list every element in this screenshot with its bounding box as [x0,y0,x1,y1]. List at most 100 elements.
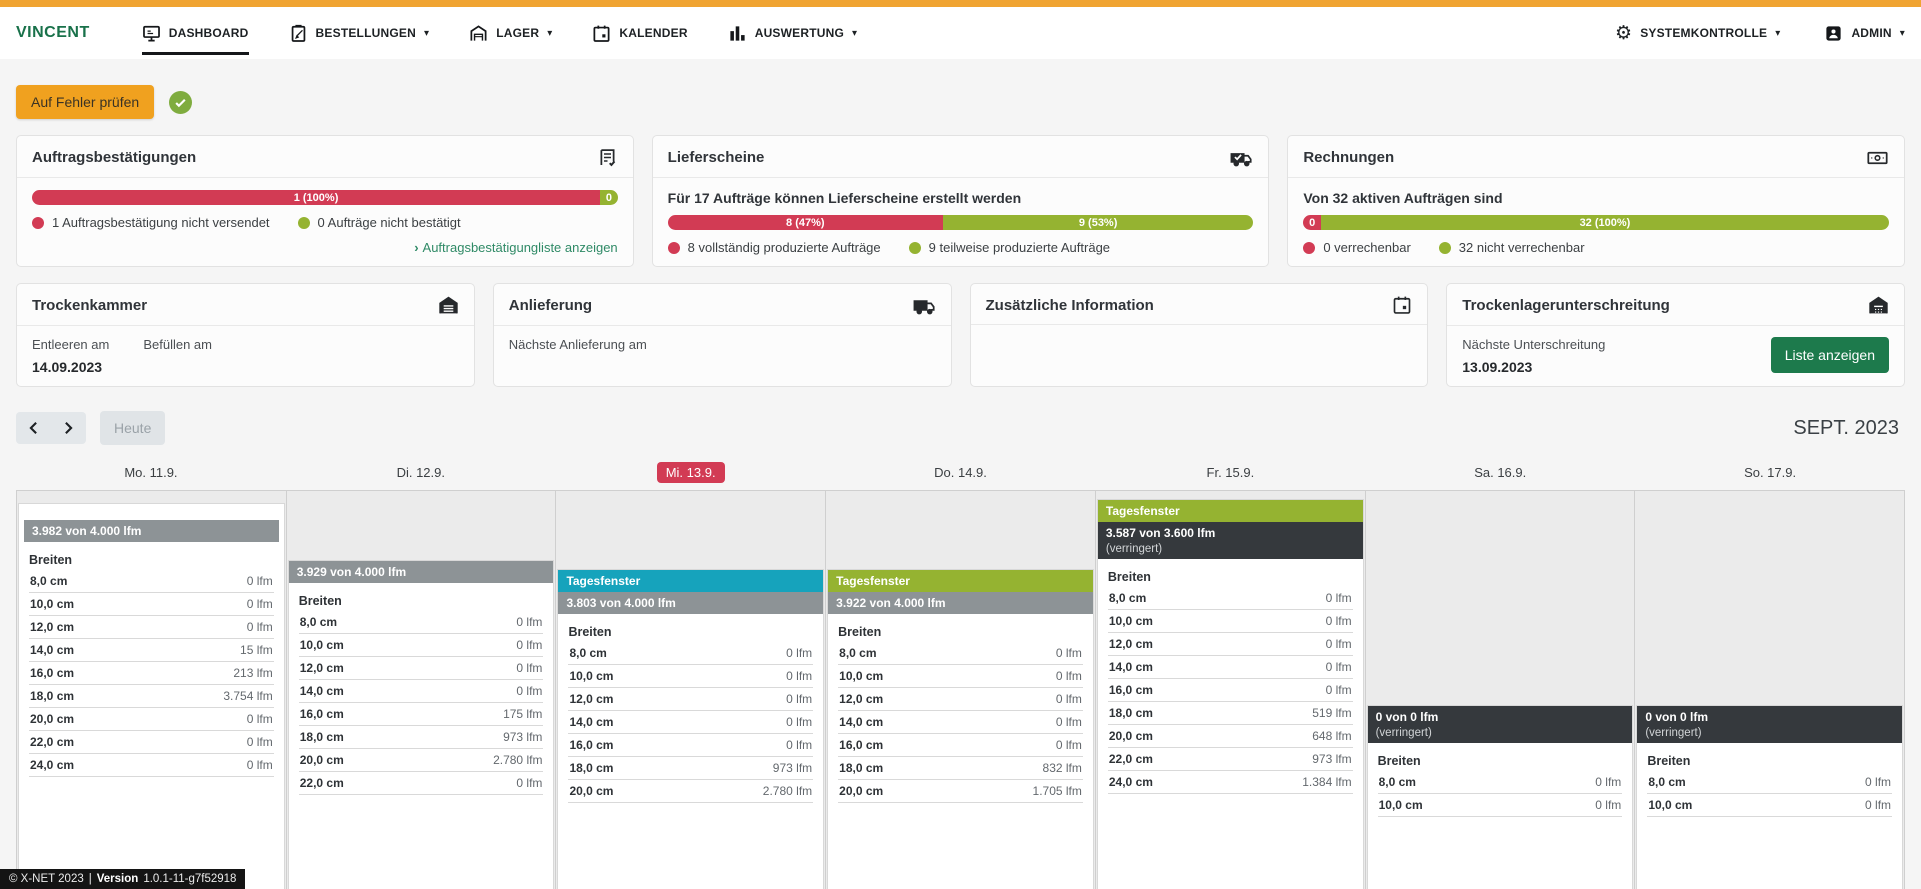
banknote-icon [1866,147,1889,168]
day-event-box[interactable]: Tagesfenster3.922 von 4.000 lfmBreiten8,… [827,569,1094,889]
day-column-3[interactable]: Tagesfenster3.922 von 4.000 lfmBreiten8,… [826,491,1096,889]
card-trockenlagerunterschreitung: Trockenlagerunterschreitung Nächste Unte… [1446,283,1905,387]
nav-item-bestellungen[interactable]: BESTELLUNGEN ▾ [289,7,430,59]
day-event-box[interactable]: 0 von 0 lfm(verringert)Breiten8,0 cm0 lf… [1636,705,1903,889]
field-befuellen: Befüllen am [143,337,212,359]
breite-row: 18,0 cm973 lfm [299,726,544,749]
next-week-button[interactable] [51,412,86,444]
breite-width: 10,0 cm [839,669,883,683]
check-errors-button[interactable]: Auf Fehler prüfen [16,85,154,119]
card-body: Nächste Anlieferung am [494,326,951,370]
red-dot-icon [668,242,680,254]
capacity-text: 0 von 0 lfm [1645,710,1894,724]
red-dot-icon [32,217,44,229]
nav-item-kalender[interactable]: KALENDER [592,7,687,59]
capacity-reduced-label: (verringert) [1106,543,1355,555]
success-check-icon [169,91,192,114]
day-event-box[interactable]: 3.929 von 4.000 lfmBreiten8,0 cm0 lfm10,… [288,560,555,889]
nav-item-systemkontrolle[interactable]: ⚙ SYSTEMKONTROLLE ▾ [1615,7,1780,59]
breite-width: 12,0 cm [30,620,74,634]
breite-width: 10,0 cm [30,597,74,611]
day-column-4[interactable]: Tagesfenster3.587 von 3.600 lfm(verringe… [1096,491,1366,889]
day-label: Sa. 16.9. [1474,465,1526,480]
nav-item-auswertung[interactable]: AUSWERTUNG ▾ [728,7,858,59]
today-button[interactable]: Heute [100,411,165,445]
nav-item-dashboard[interactable]: DASHBOARD [142,7,249,59]
legend-item: 8 vollständig produzierte Aufträge [668,240,881,255]
breite-value: 519 lfm [1312,706,1351,720]
copyright-text: © X-NET 2023 [9,873,84,885]
breite-row: 16,0 cm0 lfm [1108,679,1353,702]
day-column-2[interactable]: Tagesfenster3.803 von 4.000 lfmBreiten8,… [556,491,826,889]
nav-item-admin[interactable]: ADMIN ▾ [1824,7,1905,59]
day-event-box[interactable]: 0 von 0 lfm(verringert)Breiten8,0 cm0 lf… [1367,705,1634,889]
day-column-5[interactable]: 0 von 0 lfm(verringert)Breiten8,0 cm0 lf… [1366,491,1636,889]
breite-row: 20,0 cm1.705 lfm [838,780,1083,803]
breiten-table: Breiten8,0 cm0 lfm10,0 cm0 lfm12,0 cm0 l… [828,614,1093,810]
card-header: Lieferscheine [653,136,1269,178]
day-label: Fr. 15.9. [1207,465,1255,480]
day-column-1[interactable]: 3.929 von 4.000 lfmBreiten8,0 cm0 lfm10,… [287,491,557,889]
breite-width: 16,0 cm [30,666,74,680]
breite-value: 175 lfm [503,707,542,721]
chevron-down-icon: ▾ [424,28,429,39]
breite-width: 8,0 cm [1379,775,1416,789]
breite-value: 2.780 lfm [493,753,542,767]
breite-row: 10,0 cm0 lfm [568,665,813,688]
day-event-box[interactable]: Tagesfenster3.587 von 3.600 lfm(verringe… [1097,499,1364,889]
breite-width: 18,0 cm [569,761,613,775]
breite-width: 8,0 cm [300,615,337,629]
breite-value: 0 lfm [1056,669,1082,683]
warehouse-icon [1868,295,1889,316]
navbar-right: ⚙ SYSTEMKONTROLLE ▾ ADMIN ▾ [1571,7,1905,59]
breiten-table: Breiten8,0 cm0 lfm10,0 cm0 lfm12,0 cm0 l… [19,542,284,784]
legend-item: 0 Aufträge nicht bestätigt [298,215,461,230]
confirmation-list-link[interactable]: ›Auftragsbestätigungliste anzeigen [32,240,618,255]
capacity-reduced-label: (verringert) [1645,727,1894,739]
app-logo[interactable]: VINCENT [16,24,90,42]
card-zusaetzliche-information: Zusätzliche Information [970,283,1429,387]
breite-row: 8,0 cm0 lfm [1378,771,1623,794]
progress-segment-red: 1 (100%) [32,190,600,205]
breiten-table: Breiten8,0 cm0 lfm10,0 cm0 lfm12,0 cm0 l… [558,614,823,810]
prev-week-button[interactable] [16,412,51,444]
gear-icon: ⚙ [1615,24,1632,43]
breite-width: 14,0 cm [1109,660,1153,674]
breite-row: 14,0 cm0 lfm [299,680,544,703]
card-title: Rechnungen [1303,149,1394,166]
card-lead-text: Für 17 Aufträge können Lieferscheine ers… [668,190,1254,206]
accent-top-bar [0,0,1921,7]
breite-width: 16,0 cm [569,738,613,752]
breite-width: 16,0 cm [300,707,344,721]
breite-width: 10,0 cm [300,638,344,652]
breite-width: 24,0 cm [30,758,74,772]
breite-width: 18,0 cm [1109,706,1153,720]
breite-width: 14,0 cm [839,715,883,729]
nav-item-lager[interactable]: LAGER ▾ [469,7,552,59]
show-list-button[interactable]: Liste anzeigen [1771,337,1889,373]
bar-chart-icon [728,24,747,43]
breite-row: 8,0 cm0 lfm [1108,587,1353,610]
legend-item: 1 Auftragsbestätigung nicht versendet [32,215,270,230]
nav-item-label: SYSTEMKONTROLLE [1640,26,1767,40]
breite-width: 22,0 cm [30,735,74,749]
breite-value: 0 lfm [247,735,273,749]
nav-item-label: LAGER [496,26,539,40]
breite-row: 18,0 cm832 lfm [838,757,1083,780]
calendar-nav: Heute SEPT. 2023 [0,387,1921,457]
breite-row: 12,0 cm0 lfm [568,688,813,711]
navbar: VINCENT DASHBOARD BESTELLUNGEN ▾ LAGER ▾… [0,7,1921,59]
day-column-6[interactable]: 0 von 0 lfm(verringert)Breiten8,0 cm0 lf… [1635,491,1905,889]
breite-value: 0 lfm [1865,798,1891,812]
field-label: Befüllen am [143,337,212,352]
breite-value: 213 lfm [233,666,272,680]
breite-width: 20,0 cm [839,784,883,798]
day-event-box[interactable]: Tagesfenster3.803 von 4.000 lfmBreiten8,… [557,569,824,889]
progress-bar: 8 (47%)9 (53%) [668,215,1254,230]
legend-text: 9 teilweise produzierte Aufträge [929,240,1110,255]
day-header-2: Mi. 13.9. [556,459,826,490]
card-title: Trockenkammer [32,297,147,314]
breiten-heading: Breiten [838,625,1083,639]
day-column-0[interactable]: 3.982 von 4.000 lfmBreiten8,0 cm0 lfm10,… [16,491,287,889]
day-event-box[interactable]: 3.982 von 4.000 lfmBreiten8,0 cm0 lfm10,… [18,503,285,889]
